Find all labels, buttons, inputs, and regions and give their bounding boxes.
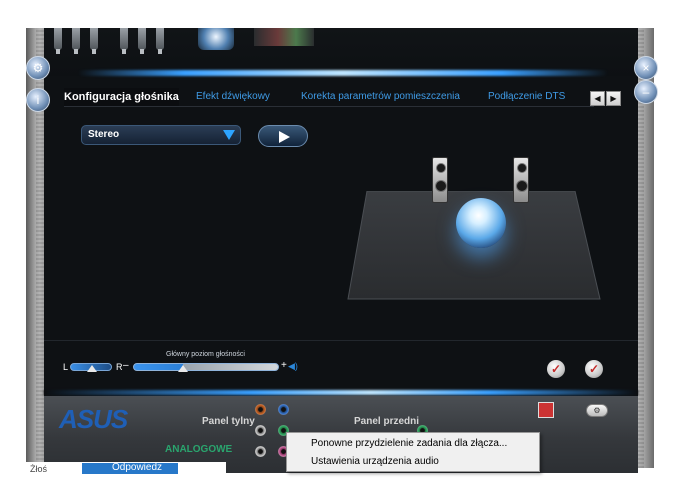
analog-label: ANALOGOWE xyxy=(165,444,233,455)
device-icon[interactable] xyxy=(254,28,314,46)
chevron-down-icon xyxy=(223,130,235,140)
rear-panel-label: Panel tylny xyxy=(202,416,255,427)
jack-black[interactable] xyxy=(255,425,266,436)
panel-config-icon[interactable] xyxy=(538,402,554,418)
tab-sound-effect[interactable]: Efekt dźwiękowy xyxy=(196,88,270,106)
play-test-button[interactable] xyxy=(258,125,308,147)
menu-item-reassign[interactable]: Ponowne przydzielenie zadania dla złącza… xyxy=(311,438,507,449)
jack-blue[interactable] xyxy=(278,404,289,415)
jack-orange[interactable] xyxy=(255,404,266,415)
plug-icon xyxy=(54,28,62,54)
speaker-mode-value: Stereo xyxy=(88,129,120,140)
left-speaker-icon[interactable] xyxy=(432,157,448,203)
default-check-icon[interactable]: ✓ xyxy=(585,360,603,378)
section-divider xyxy=(44,340,638,341)
asus-logo: ASUS xyxy=(59,404,128,434)
volume-knob[interactable] xyxy=(178,365,188,372)
chevron-left-icon[interactable]: ◀ xyxy=(590,91,605,106)
listener-sphere[interactable] xyxy=(456,198,506,248)
plug-icon xyxy=(90,28,98,54)
speaker-mode-select[interactable]: Stereo xyxy=(81,125,241,145)
info-icon[interactable]: i xyxy=(26,88,50,112)
reply-button[interactable]: Odpowiedz xyxy=(82,462,178,474)
jack-gray[interactable] xyxy=(255,446,266,457)
tab-room-correction[interactable]: Korekta parametrów pomieszczenia xyxy=(301,88,460,106)
balance-knob[interactable] xyxy=(87,365,97,372)
bottom-glow xyxy=(44,390,638,395)
volume-down-icon[interactable]: – xyxy=(123,360,129,371)
tab-dts-connection[interactable]: Podłączenie DTS xyxy=(488,88,565,106)
tab-underline xyxy=(64,106,594,107)
balance-right-label: R xyxy=(116,362,123,372)
plug-icon xyxy=(120,28,128,54)
device-plugs xyxy=(54,28,174,54)
speaker-icon[interactable]: ◀) xyxy=(288,362,302,371)
play-icon xyxy=(279,131,290,143)
apply-check-icon[interactable]: ✓ xyxy=(547,360,565,378)
advanced-settings-button[interactable]: ⚙ xyxy=(586,404,608,417)
close-icon[interactable]: × xyxy=(634,56,658,80)
volume-up-icon[interactable]: + xyxy=(281,360,287,371)
plug-icon xyxy=(72,28,80,54)
context-menu: Ponowne przydzielenie zadania dla złącza… xyxy=(286,432,540,472)
master-volume-slider[interactable] xyxy=(133,363,279,372)
tab-speaker-config[interactable]: Konfiguracja głośnika xyxy=(64,88,179,106)
reply-label: Odpowiedz xyxy=(112,462,163,473)
glow-divider xyxy=(78,70,608,76)
tab-bar: Konfiguracja głośnika Efekt dźwiękowy Ko… xyxy=(64,88,594,106)
balance-left-label: L xyxy=(63,362,69,372)
master-volume-label: Główny poziom głośności xyxy=(166,351,245,358)
balance-slider[interactable] xyxy=(70,363,112,372)
menu-item-device-settings[interactable]: Ustawienia urządzenia audio xyxy=(311,456,439,467)
plug-icon xyxy=(138,28,146,54)
front-panel-label: Panel przedni xyxy=(354,416,420,427)
minimize-icon[interactable]: – xyxy=(634,80,658,104)
underlying-text: Żłoś xyxy=(30,464,48,474)
plug-icon xyxy=(156,28,164,54)
tab-scroll: ◀ ▶ xyxy=(590,91,622,106)
right-speaker-icon[interactable] xyxy=(513,157,529,203)
chevron-right-icon[interactable]: ▶ xyxy=(606,91,621,106)
device-strip xyxy=(44,28,638,76)
speaker-device-icon[interactable] xyxy=(198,28,234,50)
gear-icon[interactable]: ⚙ xyxy=(26,56,50,80)
